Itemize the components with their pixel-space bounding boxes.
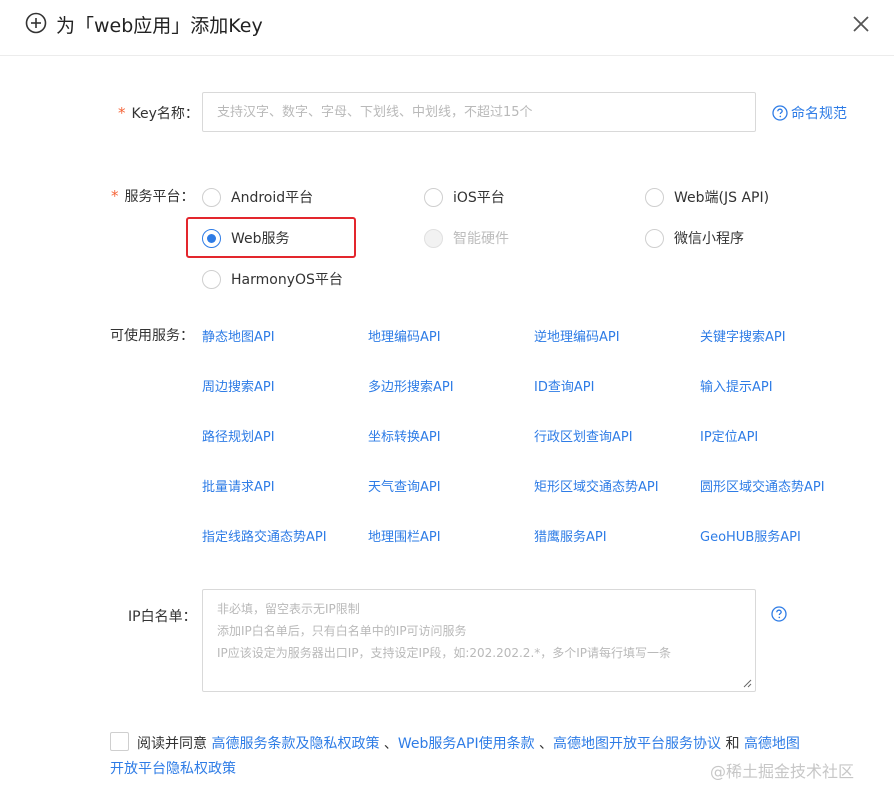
service-link[interactable]: 路径规划API [202,426,275,445]
service-link[interactable]: 行政区划查询API [534,426,633,445]
naming-rules-link[interactable]: 命名规范 [772,103,847,123]
resize-grip-icon[interactable] [742,678,752,688]
service-link[interactable]: 多边形搜索API [368,376,454,395]
web-api-terms-link[interactable]: Web服务API使用条款 [398,736,535,752]
service-link[interactable]: 坐标转换API [368,426,441,445]
service-link[interactable]: 输入提示API [700,376,773,395]
service-link[interactable]: 周边搜索API [202,376,275,395]
dialog-title: 为「web应用」添加Key [56,15,263,37]
service-link[interactable]: 批量请求API [202,476,275,495]
radio-circle [202,269,221,289]
ip-whitelist-textarea[interactable] [202,589,756,692]
radio-android[interactable]: Android平台 [202,187,313,207]
agreement-text-line2: 开放平台隐私权政策 [110,758,236,778]
radio-circle [424,228,443,248]
radio-harmonyos[interactable]: HarmonyOS平台 [202,269,343,289]
service-link[interactable]: 矩形区域交通态势API [534,476,659,495]
close-icon[interactable] [850,13,872,35]
key-name-input[interactable] [202,92,756,132]
terms-privacy-link[interactable]: 高德服务条款及隐私权政策 [211,736,379,752]
plus-circle-icon [25,12,47,34]
service-link[interactable]: 静态地图API [202,326,275,345]
watermark: @稀土掘金技术社区 [710,762,855,781]
service-link[interactable]: 地理编码API [368,326,441,345]
radio-ios[interactable]: iOS平台 [424,187,505,207]
service-link[interactable]: 天气查询API [368,476,441,495]
question-icon [772,105,788,121]
radio-smart-hardware: 智能硬件 [424,228,509,248]
service-link[interactable]: 指定线路交通态势API [202,526,327,545]
service-link[interactable]: 逆地理编码API [534,326,620,345]
required-mark: * [111,187,119,205]
agreement-checkbox[interactable] [110,732,129,751]
platform-privacy-link[interactable]: 高德地图 [744,736,800,752]
required-mark: * [118,104,126,122]
ip-whitelist-label: IP白名单： [128,609,197,625]
key-name-label: * Key名称： [118,104,199,122]
radio-circle [202,187,221,207]
radio-web-service[interactable]: Web服务 [202,228,290,248]
radio-circle [424,187,443,207]
services-label: 可使用服务： [110,328,194,344]
radio-circle [645,228,664,248]
ip-help-icon[interactable] [771,606,787,622]
service-link[interactable]: 猎鹰服务API [534,526,607,545]
platform-privacy-link-cont[interactable]: 开放平台隐私权政策 [110,761,236,777]
radio-circle [645,187,664,207]
service-link[interactable]: IP定位API [700,426,758,445]
service-link[interactable]: 地理围栏API [368,526,441,545]
radio-web-js[interactable]: Web端(JS API) [645,187,769,207]
radio-wechat-mini[interactable]: 微信小程序 [645,228,744,248]
dialog-header: 为「web应用」添加Key [0,0,894,56]
service-link[interactable]: 圆形区域交通态势API [700,476,825,495]
service-link[interactable]: 关键字搜索API [700,326,786,345]
platform-agreement-link[interactable]: 高德地图开放平台服务协议 [553,736,721,752]
agreement-text: 阅读并同意 高德服务条款及隐私权政策 、Web服务API使用条款 、高德地图开放… [137,736,800,752]
service-link[interactable]: GeoHUB服务API [700,526,801,545]
radio-dot [207,233,216,243]
radio-circle [202,228,221,248]
service-link[interactable]: ID查询API [534,376,594,395]
platform-label: * 服务平台： [111,187,195,205]
